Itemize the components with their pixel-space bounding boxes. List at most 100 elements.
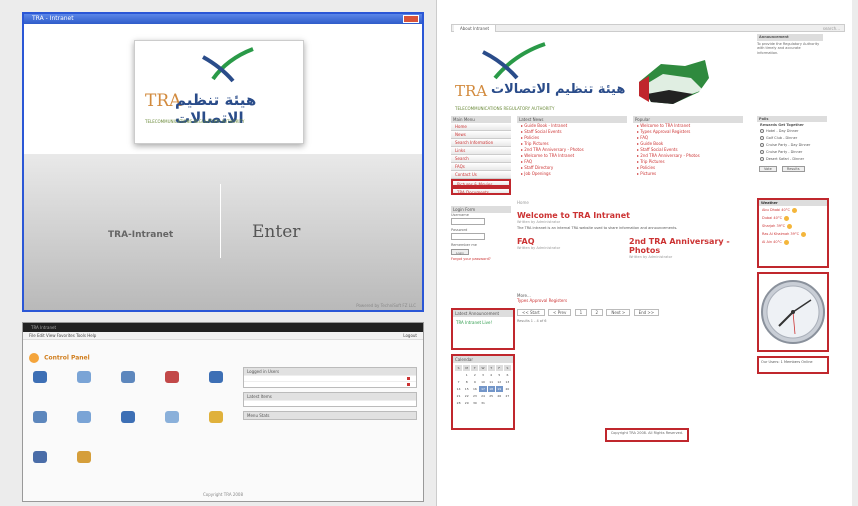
list-item[interactable]: ▸ Job Openings [517,171,627,177]
tab-about-intranet[interactable]: About Intranet [454,25,497,32]
admin-language-icon[interactable] [77,411,103,429]
admin-side-head-3[interactable]: Menu Stats [244,412,416,419]
calendar-day[interactable]: 14 [455,386,463,392]
calendar-day[interactable]: 18 [487,386,495,392]
admin-articles-icon[interactable] [33,371,59,389]
username-field[interactable] [451,218,485,225]
radio-icon[interactable] [760,136,764,140]
calendar-day[interactable]: 11 [487,379,495,385]
calendar-day[interactable]: 5 [495,372,503,378]
calendar-day[interactable]: 2 [471,372,479,378]
calendar-day[interactable]: 31 [479,400,487,406]
pager-page-1[interactable]: 1 [574,308,588,316]
sun-icon [783,239,789,245]
calendar-day[interactable]: 15 [463,386,471,392]
pager-prev[interactable]: < Prev [548,308,572,316]
search-input[interactable]: search... [823,25,840,32]
calendar-day[interactable]: 28 [455,400,463,406]
nav-item-search[interactable]: Search [451,155,511,163]
more-link[interactable]: Types Approval Registers [517,298,745,303]
admin-logout-link[interactable]: Logout [403,332,417,340]
nav-item-news[interactable]: News [451,131,511,139]
admin-side-head-2[interactable]: Latest Items [244,393,416,400]
article-title[interactable]: FAQ [517,237,621,246]
forgot-password-link[interactable]: Forgot your password? [451,257,511,261]
poll-option-label: Hotel - Day Dinner [766,129,799,133]
calendar-day[interactable]: 1 [463,372,471,378]
pager-next[interactable]: Next > [606,308,631,316]
calendar-day[interactable]: 25 [487,393,495,399]
calendar-day[interactable]: 26 [495,393,503,399]
calendar-day[interactable]: 10 [479,379,487,385]
vote-button[interactable]: Vote [759,166,777,172]
calendar-day[interactable]: 12 [495,379,503,385]
calendar-day[interactable]: 7 [455,379,463,385]
calendar-day[interactable]: 4 [487,372,495,378]
login-button[interactable]: Login [451,249,469,255]
results-button[interactable]: Results [781,166,805,172]
calendar-day[interactable]: 13 [503,379,511,385]
calendar-day[interactable]: 19 [495,386,503,392]
nav-item-links[interactable]: Links [451,147,511,155]
calendar-day[interactable]: 20 [503,386,511,392]
radio-icon[interactable] [760,157,764,161]
article-columns: FAQ Written by Administrator 2nd TRA Ann… [517,231,745,293]
poll-option[interactable]: Cruise Party - Dinner [757,149,827,156]
poll-option[interactable]: Desert Safari - Dinner [757,156,827,163]
admin-categories-icon[interactable] [121,371,147,389]
admin-trash-icon[interactable] [33,451,59,469]
pager-start[interactable]: << Start [517,308,545,316]
calendar-day[interactable]: 3 [479,372,487,378]
admin-side-head-1[interactable]: Logged in Users [244,368,416,375]
calendar-day[interactable]: 24 [479,393,487,399]
calendar-day[interactable]: 21 [455,393,463,399]
calendar-day[interactable]: 22 [463,393,471,399]
admin-config-icon[interactable] [209,411,235,429]
list-item[interactable]: ▸ Pictures [633,171,743,177]
admin-menus-icon[interactable] [209,371,235,389]
nav-item-pictures[interactable]: Pictures & Movies [451,179,511,187]
admin-menu-items[interactable]: File Edit View Favorites Tools Help [29,333,96,338]
pager-page-2[interactable]: 2 [590,308,604,316]
radio-icon[interactable] [760,143,764,147]
remember-me-checkbox[interactable]: Remember me [451,243,511,247]
close-icon[interactable] [403,15,419,23]
calendar-day[interactable]: 6 [503,372,511,378]
admin-sections-icon[interactable] [77,371,103,389]
calendar-day[interactable]: 8 [463,379,471,385]
calendar-day[interactable]: 9 [471,379,479,385]
poll-option[interactable]: Golf Club - Dinner [757,135,827,142]
nav-item-faqs[interactable]: FAQs [451,163,511,171]
admin-media-icon[interactable] [165,371,191,389]
sun-icon [787,223,793,229]
poll-option[interactable]: Hotel - Day Dinner [757,128,827,135]
enter-button[interactable]: Enter [252,222,300,242]
admin-global-icon[interactable] [121,411,147,429]
radio-icon[interactable] [760,129,764,133]
calendar-day[interactable]: 23 [471,393,479,399]
nav-item-home[interactable]: Home [451,123,511,131]
article-title[interactable]: Welcome to TRA Intranet [517,211,745,220]
article-column-right: 2nd TRA Anniversary - Photos Written by … [629,231,745,259]
widget-text-1[interactable]: TRA Intranet Live! [453,317,513,328]
admin-help-icon[interactable] [77,451,103,469]
nav-item-search-information[interactable]: Search Information [451,139,511,147]
breadcrumb[interactable]: Home [517,200,745,205]
pager-end[interactable]: End >> [633,308,660,316]
admin-users-icon[interactable] [33,411,59,429]
calendar-day[interactable]: 27 [503,393,511,399]
article-title[interactable]: 2nd TRA Anniversary - Photos [629,237,745,255]
calendar-day[interactable]: 17 [479,386,487,392]
poll-option[interactable]: Cruise Party - Day Dinner [757,142,827,149]
nav-item-contact[interactable]: Contact Us [451,171,511,179]
calendar-day[interactable]: 30 [471,400,479,406]
weather-rows: Abu Dhabi 40°C Dubai 40°C Sharjah 39°C Ras … [759,206,827,246]
weather-label: Ras Al Khaimah 39°C [762,232,800,236]
radio-icon[interactable] [760,150,764,154]
calendar-day[interactable]: 29 [463,400,471,406]
nav-item-documents[interactable]: TRA Documents [451,187,511,195]
calendar-day[interactable]: 16 [471,386,479,392]
splash-divider [220,184,221,258]
password-field[interactable] [451,233,485,240]
admin-frontpage-icon[interactable] [165,411,191,429]
